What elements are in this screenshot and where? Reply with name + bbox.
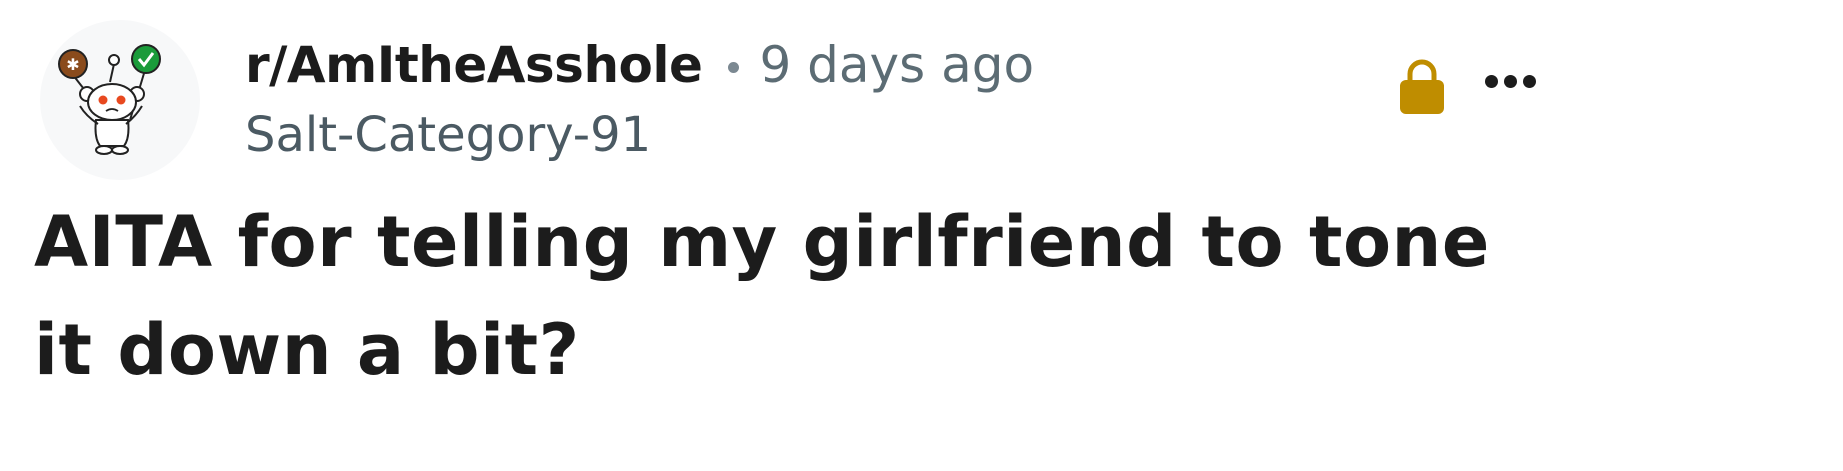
svg-text:✱: ✱ xyxy=(66,55,79,74)
post-meta: r/AmItheAsshole 9 days ago Salt-Category… xyxy=(245,30,1034,170)
more-dot-icon xyxy=(1503,74,1517,88)
author-username[interactable]: Salt-Category-91 xyxy=(245,107,651,163)
separator-dot xyxy=(728,61,740,73)
post-timestamp: 9 days ago xyxy=(759,36,1035,94)
more-dot-icon xyxy=(1522,74,1536,88)
post-meta-line: r/AmItheAsshole 9 days ago xyxy=(245,30,1034,100)
subreddit-avatar[interactable]: ✱ xyxy=(40,20,200,180)
lock-icon xyxy=(1400,59,1444,114)
more-dot-icon xyxy=(1484,74,1498,88)
post-header: ✱ r/AmItheAsshole 9 days ago Salt-Catego… xyxy=(40,20,1800,180)
subreddit-link[interactable]: r/AmItheAsshole xyxy=(245,36,703,94)
post-title[interactable]: AITA for telling my girlfriend to tone i… xyxy=(34,188,1534,404)
author-line: Salt-Category-91 xyxy=(245,100,1034,170)
snoo-balloons-icon: ✱ xyxy=(58,44,161,155)
more-options-button[interactable] xyxy=(1475,56,1545,106)
